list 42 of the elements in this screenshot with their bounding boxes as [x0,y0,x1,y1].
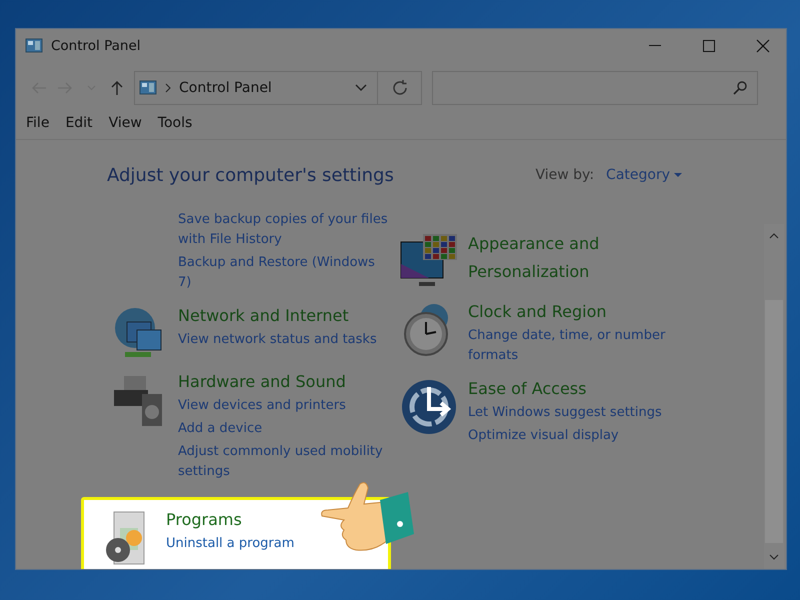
up-arrow-icon [111,80,123,96]
task-link[interactable]: Let Windows suggest settings [468,403,662,423]
dropdown-icon [674,172,682,178]
chevron-right-icon [165,83,171,93]
task-link[interactable]: Change date, time, or number formats [468,326,678,366]
task-link[interactable]: Adjust commonly used mobility settings [178,442,388,482]
category-link[interactable]: Clock and Region [468,298,607,326]
address-path: Control Panel [179,80,273,96]
menu-item[interactable]: Tools [158,115,200,131]
category-link[interactable]: Programs [166,506,242,534]
chevron-down-icon [769,554,779,560]
address-bar[interactable]: Control Panel [134,71,378,105]
page-heading: Adjust your computer's settings [107,164,395,186]
window-title: Control Panel [51,38,142,54]
menu-item[interactable]: View [108,115,150,131]
category-link[interactable]: Hardware and Sound [178,368,346,396]
dropdown-icon [355,84,367,92]
maximize-icon [703,40,715,52]
task-link[interactable]: Backup and Restore (Windows 7) [178,253,388,293]
ease-of-access-icon [401,379,457,435]
refresh-icon [390,79,408,97]
menu-item[interactable]: Edit [65,115,101,131]
minimize-icon [649,45,661,47]
search-icon [733,81,747,95]
search-field[interactable] [432,71,758,105]
task-link[interactable]: Uninstall a program [166,534,294,554]
view-by-label: View by: [536,167,594,183]
control-panel-icon [25,38,43,54]
task-link[interactable]: View devices and printers [178,396,346,416]
refresh-button[interactable] [378,71,422,105]
view-by-dropdown[interactable]: Category [606,167,682,183]
category-link[interactable]: Ease of Access [468,375,586,403]
task-link[interactable]: Optimize visual display [468,426,619,446]
task-link[interactable]: View network status and tasks [178,330,377,350]
category-link[interactable]: Appearance and Personalization [468,230,678,286]
menu-item[interactable]: File [26,115,58,131]
chevron-up-icon [769,233,779,239]
task-link[interactable]: Add a device [178,419,262,439]
close-icon [756,39,770,53]
category-link[interactable]: Network and Internet [178,302,349,330]
control-panel-icon [139,80,157,96]
task-link[interactable]: Save backup copies of your files with File History [178,210,388,250]
